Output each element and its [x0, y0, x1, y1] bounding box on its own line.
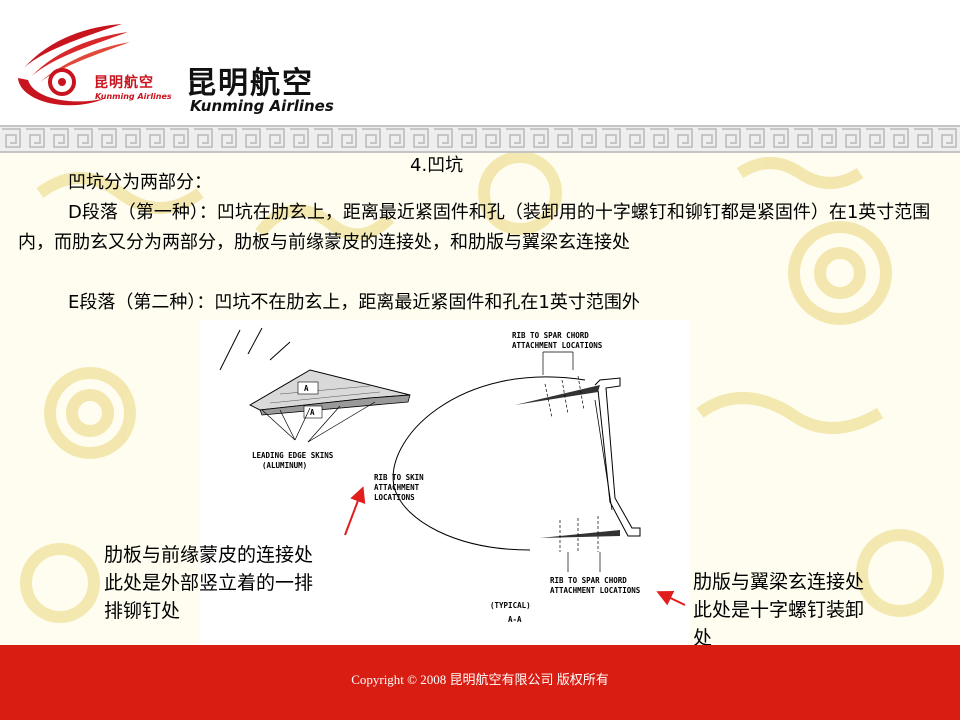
- intro-text: 凹坑分为两部分：: [68, 172, 212, 193]
- section-marker-a-bottom: A: [310, 408, 315, 417]
- rib-to-skin-label: RIB TO SKIN: [374, 473, 424, 482]
- logo-small-chinese: 昆明航空: [94, 75, 154, 91]
- right-annotation-line-1: 肋版与翼梁玄连接处: [693, 571, 865, 593]
- copyright-text: Copyright © 2008 昆明航空有限公司 版权所有: [351, 672, 609, 687]
- logo-small-english: Kunming Airlines: [95, 92, 172, 101]
- rib-to-spar-top-label: RIB TO SPAR CHORD: [512, 331, 589, 340]
- leading-edge-skins-label: LEADING EDGE SKINS: [252, 451, 334, 460]
- leading-edge-material-label: (ALUMINUM): [262, 461, 307, 470]
- right-annotation: 肋版与翼梁玄连接处 此处是十字螺钉装卸 处: [693, 568, 923, 652]
- rib-to-skin-locations-label: LOCATIONS: [374, 493, 415, 502]
- part-e-paragraph: E段落（第二种）：凹坑不在肋玄上，距离最近紧固件和孔在1英寸范围外: [68, 292, 640, 313]
- logo-wordmark-english: Kunming Airlines: [190, 97, 334, 115]
- rib-to-spar-top-locations-label: ATTACHMENT LOCATIONS: [512, 341, 603, 350]
- slide-title: 4.凹坑: [410, 155, 464, 176]
- slide-footer: Copyright © 2008 昆明航空有限公司 版权所有: [0, 645, 960, 720]
- rib-to-skin-attachment-label: ATTACHMENT: [374, 483, 420, 492]
- right-annotation-line-2: 此处是十字螺钉装卸: [693, 599, 865, 621]
- typical-label: (TYPICAL): [490, 601, 531, 610]
- section-aa-label: A-A: [508, 615, 522, 624]
- rib-to-spar-bottom-locations-label: ATTACHMENT LOCATIONS: [550, 586, 641, 595]
- decorative-pattern-band: [0, 125, 960, 153]
- logo-wordmark-chinese: 昆明航空: [186, 66, 314, 101]
- part-d-paragraph: D段落（第一种）：凹坑在肋玄上，距离最近紧固件和孔（装卸用的十字螺钉和铆钉都是紧…: [18, 202, 931, 253]
- left-annotation-line-3: 排铆钉处: [104, 600, 181, 622]
- left-annotation-line-1: 肋板与前缘蒙皮的连接处: [104, 544, 314, 566]
- rib-to-spar-bottom-label: RIB TO SPAR CHORD: [550, 576, 627, 585]
- left-annotation: 肋板与前缘蒙皮的连接处 此处是外部竖立着的一排 排铆钉处: [104, 541, 313, 625]
- left-annotation-line-2: 此处是外部竖立着的一排: [104, 572, 314, 594]
- section-marker-a-top: A: [304, 384, 309, 393]
- slide-header: 昆明航空 Kunming Airlines 昆明航空 Kunming Airli…: [0, 0, 960, 125]
